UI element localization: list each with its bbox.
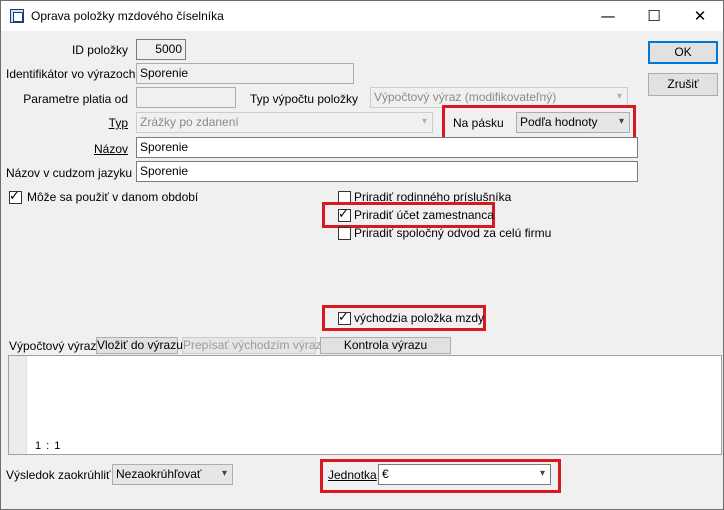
ok-button[interactable]: OK (648, 41, 718, 64)
unit-label: Jednotka (328, 468, 377, 482)
minimize-button[interactable]: — (585, 1, 631, 31)
name-label: Názov (93, 142, 128, 156)
check-expression-button[interactable]: Kontrola výrazu (320, 337, 451, 354)
overwrite-default-expression-button[interactable]: Prepísať východzím výrazom (182, 337, 338, 354)
cursor-position: 1 : 1 (35, 440, 62, 452)
params-from-label: Parametre platia od (23, 92, 128, 106)
checkmark-icon: ✓ (338, 207, 349, 222)
assign-common-label: Priradiť spoločný odvod za celú firmu (354, 226, 552, 240)
unit-select[interactable]: € ▾ (378, 464, 551, 485)
type-label: Typ (108, 116, 128, 130)
rounding-select[interactable]: Nezaokrúhľovať ▾ (112, 464, 233, 485)
unit-value: € (382, 467, 389, 481)
title-bar: Oprava položky mzdového číselníka — ☐ ✕ (1, 1, 723, 31)
chevron-down-icon: ▾ (618, 116, 624, 127)
identifier-field[interactable]: Sporenie (136, 63, 354, 84)
id-label: ID položky (71, 43, 128, 57)
type-select[interactable]: Zrážky po zdanení ▾ (136, 112, 433, 133)
tape-value: Podľa hodnoty (520, 115, 598, 129)
id-field[interactable]: 5000 (136, 39, 186, 60)
editor-gutter (9, 356, 27, 454)
expression-editor[interactable]: 1 : 1 (8, 355, 722, 455)
chevron-down-icon: ▾ (539, 468, 545, 479)
chevron-down-icon: ▾ (421, 116, 427, 127)
rounding-label: Výsledok zaokrúhliť (6, 468, 111, 482)
calc-type-label: Typ výpočtu položky (250, 92, 359, 106)
expression-label: Výpočtový výraz: (9, 339, 100, 353)
chevron-down-icon: ▾ (616, 91, 622, 102)
usable-period-label: Môže sa použiť v danom období (27, 190, 199, 204)
foreign-name-label: Názov v cudzom jazyku (6, 166, 133, 180)
default-item-checkbox[interactable]: ✓ (338, 310, 351, 325)
tape-label: Na pásku (453, 116, 504, 130)
app-icon (10, 9, 24, 23)
identifier-label: Identifikátor vo výrazoch (6, 67, 136, 81)
insert-into-expression-button[interactable]: Vložiť do výrazu (96, 337, 183, 354)
foreign-name-field[interactable]: Sporenie (136, 161, 638, 182)
assign-common-checkbox[interactable] (338, 227, 351, 240)
calc-type-value: Výpočtový výraz (modifikovateľný) (374, 90, 557, 104)
close-button[interactable]: ✕ (677, 1, 723, 31)
window-title: Oprava položky mzdového číselníka (31, 9, 224, 23)
dialog-window: Oprava položky mzdového číselníka — ☐ ✕ … (0, 0, 724, 510)
usable-period-checkbox[interactable]: ✓ (9, 189, 22, 204)
assign-account-checkbox[interactable]: ✓ (338, 207, 351, 222)
assign-account-label: Priradiť účet zamestnanca (354, 208, 494, 222)
tape-select[interactable]: Podľa hodnoty ▾ (516, 112, 630, 133)
rounding-value: Nezaokrúhľovať (116, 467, 202, 481)
type-value: Zrážky po zdanení (140, 115, 239, 129)
checkmark-icon: ✓ (9, 189, 20, 204)
default-item-label: východzia položka mzdy (354, 311, 485, 325)
chevron-down-icon: ▾ (221, 468, 227, 479)
name-field[interactable]: Sporenie (136, 137, 638, 158)
checkmark-icon: ✓ (338, 310, 349, 325)
maximize-button[interactable]: ☐ (631, 1, 677, 31)
params-from-field[interactable] (136, 87, 236, 108)
cancel-button[interactable]: Zrušiť (648, 73, 718, 96)
